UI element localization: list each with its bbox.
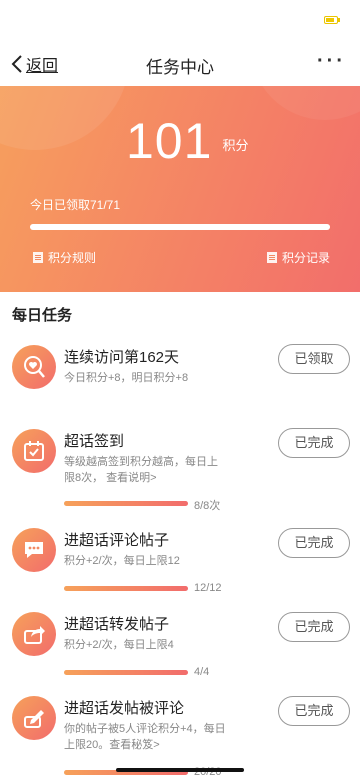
calendar-check-icon [12,429,56,473]
task-title: 连续访问第162天 [64,349,180,366]
daily-points-progress-fill [30,224,330,230]
share-icon [12,612,56,656]
home-indicator [116,768,244,772]
task-progress-bar [64,586,188,591]
task-desc: 今日积分+8，明日积分+8 [64,372,189,384]
task-title: 超话签到 [64,433,125,450]
task-desc: 你的帖子被5人评论积分+4，每日上限20。查看秘笈> [64,723,226,751]
task-desc: 积分+2/次，每日上限4 [64,639,174,651]
points-records-link[interactable]: 积分记录 [266,249,330,266]
points-unit: 积分 [222,138,249,153]
task-title: 进超话评论帖子 [64,532,170,549]
task-desc: 积分+2/次，每日上限12 [64,555,180,567]
task-progress-fill [64,501,188,506]
points-rules-link[interactable]: 积分规则 [33,249,96,266]
task-status-button[interactable]: 已完成 [278,696,350,726]
points-rules-label: 积分规则 [48,251,97,265]
battery-icon [324,16,338,24]
task-status-button[interactable]: 已领取 [278,344,350,374]
task-desc: 等级越高签到积分越高，每日上限8次， 查看说明> [64,456,218,484]
document-icon [266,252,277,263]
comment-icon [12,528,56,572]
task-count: 12/12 [194,582,222,594]
task-status-button[interactable]: 已完成 [278,612,350,642]
heart-search-icon [12,345,56,389]
task-status-button[interactable]: 已完成 [278,528,350,558]
task-status-button[interactable]: 已完成 [278,428,350,458]
daily-points-progress [30,224,330,230]
page-title: 任务中心 [146,58,214,77]
daily-tasks-title: 每日任务 [12,307,73,324]
task-progress-bar [64,670,188,675]
battery-tip [338,18,340,22]
task-count: 4/4 [194,666,210,678]
task-count: 8/8次 [194,500,221,512]
task-progress-bar [64,501,188,506]
nav-bar: 返回 任务中心 ··· [0,40,360,86]
task-progress-fill [64,670,188,675]
points-records-label: 积分记录 [281,251,330,265]
edit-post-icon [12,696,56,740]
task-progress-fill [64,586,188,591]
task-title: 进超话发帖被评论 [64,700,185,717]
points-value: 101 [126,113,213,169]
status-bar [0,0,360,40]
more-icon[interactable]: ··· [317,50,346,73]
claimed-status: 今日已领取71/71 [30,198,121,212]
points-display: 101 积分 [126,112,248,170]
task-title: 进超话转发帖子 [64,616,170,633]
document-icon [33,252,43,263]
